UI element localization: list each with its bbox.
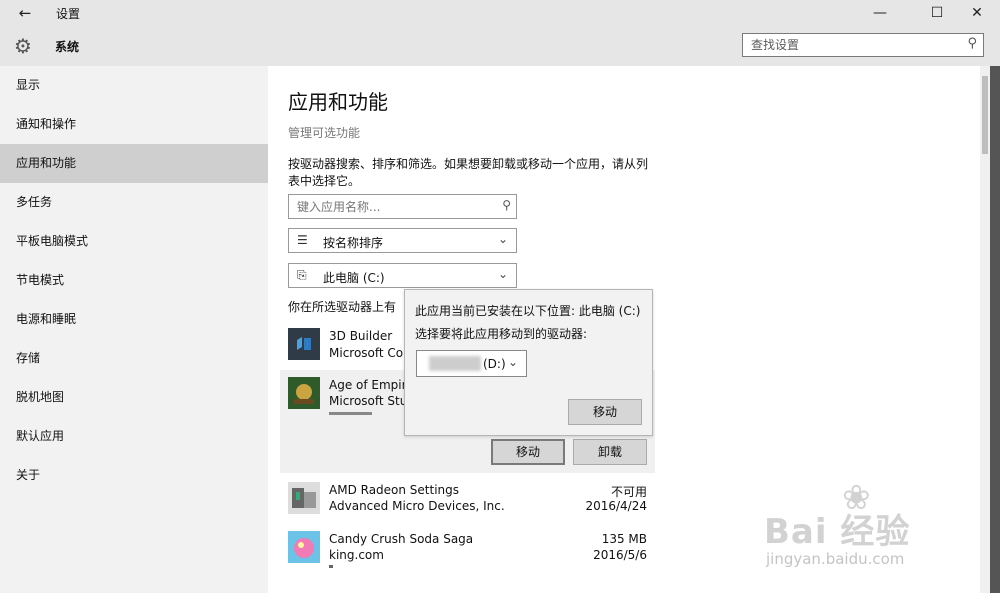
app-publisher: Microsoft Stu [329,394,408,408]
paw-icon: ❀ [842,478,871,518]
chevron-down-icon: ⌄ [507,355,518,369]
sidebar-item-apps-features[interactable]: 应用和功能 [0,144,268,183]
move-button[interactable]: 移动 [491,439,565,465]
sidebar-item-offline-maps[interactable]: 脱机地图 [0,378,268,417]
age-of-empires-app-icon [288,377,320,409]
page-title: 应用和功能 [288,90,388,114]
list-item[interactable]: AMD Radeon Settings Advanced Micro Devic… [280,480,655,524]
settings-search-box[interactable]: ⚲ [742,33,984,57]
app-publisher: Advanced Micro Devices, Inc. [329,499,505,513]
app-search-box[interactable]: ⚲ [288,194,517,219]
candy-crush-app-icon [288,531,320,563]
sort-dropdown-value: 按名称排序 [323,236,384,250]
sidebar-item-multitasking[interactable]: 多任务 [0,183,268,222]
sidebar-item-about[interactable]: 关于 [0,456,268,495]
target-drive-dropdown[interactable]: (D:) ⌄ [416,350,527,377]
drive-summary-text: 你在所选驱动器上有 [288,300,397,314]
sidebar-item-tablet-mode[interactable]: 平板电脑模式 [0,222,268,261]
progress-bar [329,565,333,568]
maximize-button[interactable]: ☐ [915,0,959,26]
sidebar: 显示 通知和操作 应用和功能 多任务 平板电脑模式 节电模式 电源和睡眠 存储 … [0,66,268,593]
settings-search-input[interactable] [743,34,953,56]
drive-dropdown-value: 此电脑 (C:) [323,271,385,285]
blurred-drive-name [429,356,481,371]
app-search-input[interactable] [289,195,489,218]
sort-dropdown[interactable]: ☰ 按名称排序 ⌄ [288,228,517,253]
sidebar-item-power-sleep[interactable]: 电源和睡眠 [0,300,268,339]
app-name: Age of Empir [329,378,407,392]
minimize-button[interactable]: — [858,0,902,26]
app-size: 不可用 [610,485,647,499]
section-title: 系统 [55,40,80,54]
close-button[interactable]: ✕ [955,0,999,26]
chevron-down-icon: ⌄ [497,232,508,246]
app-install-date: 2016/5/6 [593,548,647,562]
search-icon[interactable]: ⚲ [502,198,511,212]
manage-optional-features-link[interactable]: 管理可选功能 [288,124,360,141]
description-text: 按驱动器搜索、排序和筛选。如果想要卸载或移动一个应用，请从列表中选择它。 [288,157,649,188]
sidebar-item-battery-saver[interactable]: 节电模式 [0,261,268,300]
app-size: 135 MB [601,532,647,546]
drive-icon: ⎘ [297,268,307,282]
desktop-edge [990,66,1000,593]
sidebar-item-notifications[interactable]: 通知和操作 [0,105,268,144]
sidebar-item-default-apps[interactable]: 默认应用 [0,417,268,456]
current-location-text: 此应用当前已安装在以下位置: 此电脑 (C:) [415,304,641,318]
title-bar: ← 设置 — ☐ ✕ [0,0,1000,26]
uninstall-button[interactable]: 卸载 [573,439,647,465]
baidu-watermark: Bai 经验 ❀ jingyan.baidu.com [758,478,988,578]
app-name: Candy Crush Soda Saga [329,532,474,546]
sidebar-item-storage[interactable]: 存储 [0,339,268,378]
app-name: 3D Builder [329,329,393,343]
3d-builder-app-icon [288,328,320,360]
app-install-date: 2016/4/24 [585,499,647,513]
amd-radeon-app-icon [288,482,320,514]
back-arrow-icon[interactable]: ← [10,3,40,23]
watermark-url: jingyan.baidu.com [766,550,905,568]
settings-header: ⚙ 系统 ⚲ [0,26,1000,66]
app-publisher: Microsoft Co [329,346,404,360]
target-drive-value: (D:) [483,357,506,371]
watermark-brand: Bai 经验 [764,512,911,552]
app-name: AMD Radeon Settings [329,483,460,497]
window-title: 设置 [56,7,81,21]
search-icon[interactable]: ⚲ [967,36,977,51]
list-item[interactable]: Candy Crush Soda Saga king.com 135 MB 20… [280,529,655,573]
progress-bar [329,412,372,415]
app-publisher: king.com [329,548,384,562]
flyout-move-button[interactable]: 移动 [568,399,642,425]
scrollbar-thumb[interactable] [982,76,988,154]
choose-drive-text: 选择要将此应用移动到的驱动器: [415,327,588,341]
sidebar-item-display[interactable]: 显示 [0,66,268,105]
move-app-flyout: 此应用当前已安装在以下位置: 此电脑 (C:) 选择要将此应用移动到的驱动器: … [404,289,653,436]
gear-icon: ⚙ [14,34,32,58]
drive-dropdown[interactable]: ⎘ 此电脑 (C:) ⌄ [288,263,517,288]
chevron-down-icon: ⌄ [497,267,508,281]
sort-list-icon: ☰ [297,233,308,247]
